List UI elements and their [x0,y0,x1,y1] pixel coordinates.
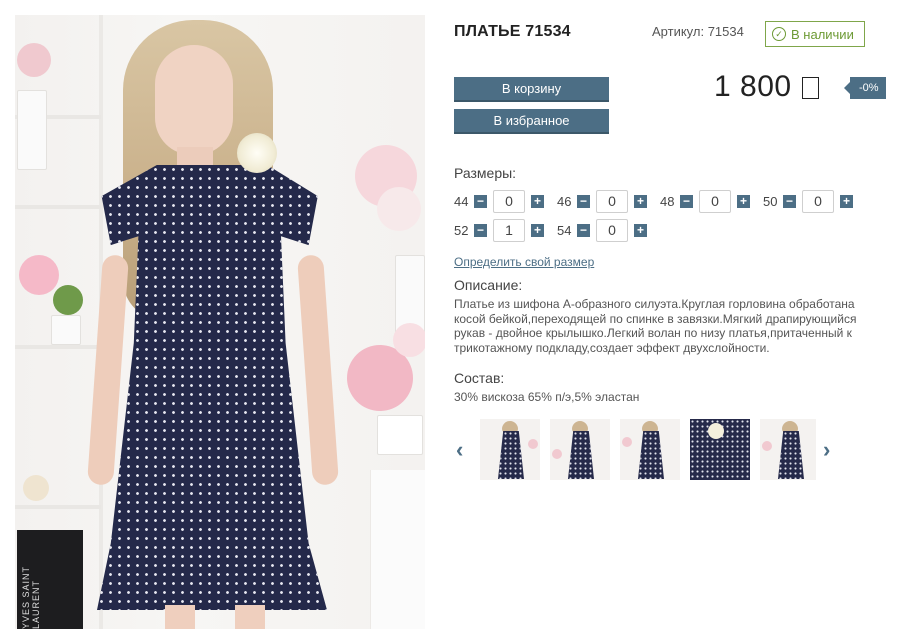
thumbnail-5[interactable] [760,419,816,480]
thumbnail-flower [622,437,632,447]
face [155,45,233,155]
quantity-input[interactable]: 0 [802,190,834,213]
ornament [23,475,49,501]
leg [165,605,195,629]
vase [17,90,47,170]
article-number: Артикул: 71534 [652,24,744,39]
flower [393,323,425,357]
thumbnail-brooch [708,423,724,439]
basket [377,415,423,455]
chevron-right-icon[interactable]: › [823,439,837,461]
size-row: 44 − 0 + 46 − 0 + 48 − 0 + 50 − 0 + [454,190,866,213]
size-number: 46 [557,194,572,209]
plus-button[interactable]: + [634,195,647,208]
minus-button[interactable]: − [577,195,590,208]
minus-button[interactable]: − [474,224,487,237]
thumbnail-dress [498,431,524,479]
size-52-stepper: 52 − 1 + [454,219,544,242]
size-44-stepper: 44 − 0 + [454,190,544,213]
sizes-label: Размеры: [454,165,517,181]
flower [17,43,51,77]
pot [51,315,81,345]
size-54-stepper: 54 − 0 + [557,219,647,242]
composition-label: Состав: [454,370,505,386]
book-spine-text: YVES SAINT LAURENT [21,566,41,629]
minus-button[interactable]: − [474,195,487,208]
discount-badge: -0% [844,77,886,99]
composition-text: 30% вискоза 65% п/э,5% эластан [454,390,640,404]
chevron-left-icon[interactable]: ‹ [456,439,470,461]
add-to-cart-button[interactable]: В корзину [454,77,609,100]
leg [235,605,265,629]
find-your-size-link[interactable]: Определить свой размер [454,255,594,269]
thumbnail-1[interactable] [480,419,540,480]
in-stock-badge: ✓ В наличии [765,21,865,47]
plus-button[interactable]: + [531,224,544,237]
product-main-photo[interactable]: YVES SAINT LAURENT [15,15,425,629]
description-label: Описание: [454,277,523,293]
model [85,15,365,629]
thumbnail-gallery: ‹ › [456,419,842,481]
size-number: 52 [454,223,469,238]
add-to-favorites-button[interactable]: В избранное [454,109,609,132]
thumbnail-dress [568,431,594,479]
size-number: 48 [660,194,675,209]
plus-button[interactable]: + [840,195,853,208]
thumbnail-flower [528,439,538,449]
thumbnail-4[interactable] [690,419,750,480]
size-48-stepper: 48 − 0 + [660,190,750,213]
size-46-stepper: 46 − 0 + [557,190,647,213]
minus-button[interactable]: − [680,195,693,208]
quantity-input[interactable]: 0 [493,190,525,213]
price-value: 1 800 [714,70,792,103]
right-arm [297,254,339,486]
flower-brooch [237,133,277,173]
quantity-input[interactable]: 1 [493,219,525,242]
flower [19,255,59,295]
product-title: ПЛАТЬЕ 71534 [454,23,571,40]
size-row: 52 − 1 + 54 − 0 + [454,219,660,242]
size-number: 44 [454,194,469,209]
minus-button[interactable]: − [577,224,590,237]
books: YVES SAINT LAURENT [17,530,83,629]
plant [53,285,83,315]
check-circle-icon: ✓ [772,27,786,41]
thumbnail-dress [778,431,804,479]
description-text: Платье из шифона А-образного силуэта.Кру… [454,297,857,355]
thumbnail-2[interactable] [550,419,610,480]
plus-button[interactable]: + [737,195,750,208]
quantity-input[interactable]: 0 [596,190,628,213]
size-50-stepper: 50 − 0 + [763,190,853,213]
minus-button[interactable]: − [783,195,796,208]
price: 1 800 [714,70,819,104]
flower [377,187,421,231]
size-number: 54 [557,223,572,238]
plus-button[interactable]: + [634,224,647,237]
stock-label: В наличии [791,26,854,42]
currency-icon [801,77,819,99]
size-number: 50 [763,194,778,209]
thumbnail-dress [638,431,664,479]
quantity-input[interactable]: 0 [699,190,731,213]
polka-dot-dress [97,165,327,610]
quantity-input[interactable]: 0 [596,219,628,242]
thumbnail-flower [762,441,772,451]
plus-button[interactable]: + [531,195,544,208]
thumbnail-3[interactable] [620,419,680,480]
thumbnail-flower [552,449,562,459]
side-table [370,470,425,629]
